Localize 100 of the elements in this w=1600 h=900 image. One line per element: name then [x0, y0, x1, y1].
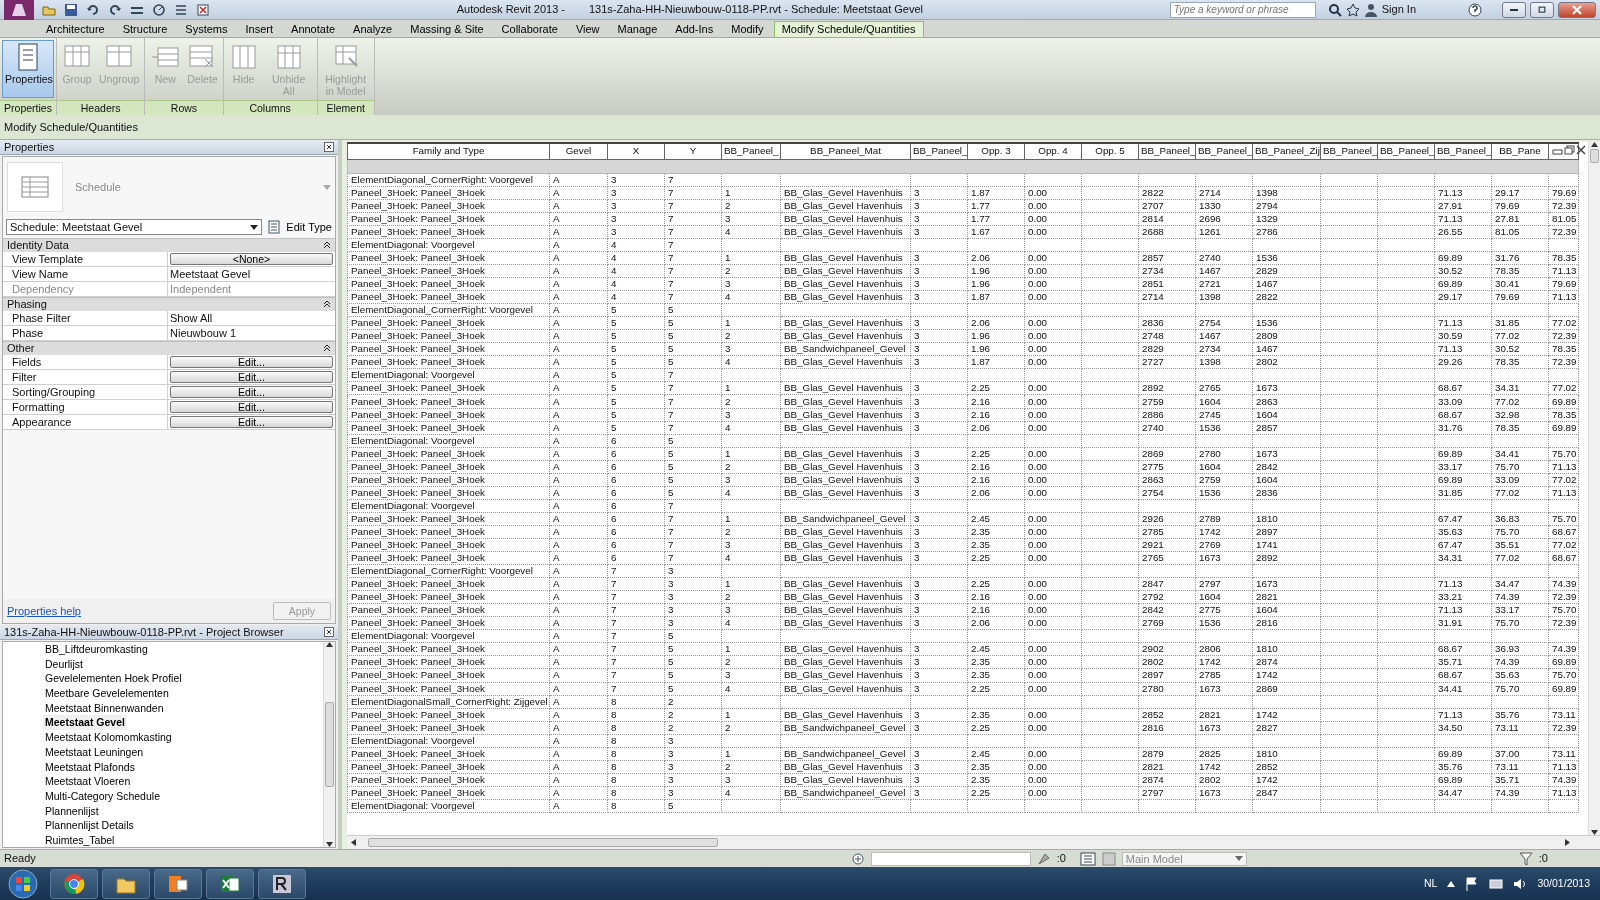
column-header[interactable]: X [607, 143, 665, 160]
edit-button[interactable]: Edit... [170, 370, 333, 383]
ribbon-button[interactable]: Properties [2, 40, 54, 98]
scroll-left-icon[interactable] [351, 839, 356, 846]
ribbon-tab[interactable]: Structure [114, 21, 176, 37]
design-options-icon[interactable] [1079, 851, 1096, 866]
scroll-up-icon[interactable] [326, 642, 333, 647]
browser-item[interactable]: Meetstaat Gevel [43, 715, 127, 731]
group-header[interactable]: Phasing [7, 295, 47, 313]
browser-item[interactable]: Multi-Category Schedule [43, 788, 162, 804]
ribbon-tab[interactable]: Massing & Site [402, 21, 492, 37]
sign-in-link[interactable]: Sign In [1381, 1, 1416, 18]
show-hidden-icon[interactable] [1447, 880, 1456, 887]
browser-item[interactable]: Gevelelementen Hoek Profiel [43, 671, 184, 687]
table-cell: 2.16 [967, 395, 1025, 409]
browser-item[interactable]: Ruimtes_Tabel [43, 832, 117, 848]
view-selector[interactable]: Schedule: Meetstaat Gevel [6, 219, 263, 236]
collapse-icon[interactable] [323, 241, 331, 249]
edit-button[interactable]: <None> [170, 252, 333, 265]
browser-item[interactable]: Meetbare Gevelelementen [43, 686, 171, 701]
mail-app-icon[interactable] [154, 868, 202, 899]
speaker-icon[interactable] [1513, 876, 1528, 891]
cad-app-icon[interactable] [258, 868, 306, 899]
ribbon-tab[interactable]: Systems [177, 21, 236, 37]
ribbon-tab[interactable]: Add-Ins [667, 21, 722, 37]
ribbon-tab[interactable]: Insert [237, 21, 282, 37]
ribbon-tab[interactable]: Annotate [283, 21, 344, 37]
column-header[interactable]: Gevel [549, 143, 608, 160]
browser-item[interactable]: BB_Liftdeuromkasting [43, 642, 150, 657]
ribbon-tab[interactable]: Collaborate [493, 21, 566, 37]
workset-field[interactable] [870, 851, 1031, 866]
minimize-button[interactable] [1502, 1, 1526, 18]
collapse-icon[interactable] [323, 344, 331, 352]
ribbon-tab[interactable]: Architecture [38, 21, 113, 37]
property-value[interactable]: Show All [170, 311, 213, 324]
list-icon[interactable] [174, 2, 188, 17]
user-icon[interactable] [1363, 2, 1378, 17]
spreadsheet-app-icon[interactable] [206, 868, 254, 899]
close-icon[interactable] [324, 142, 334, 152]
close-icon[interactable] [1576, 145, 1586, 155]
close-button[interactable] [1558, 1, 1596, 18]
column-header[interactable]: Y [664, 143, 722, 160]
browser-item[interactable]: Meetstaat Leuningen [43, 744, 146, 760]
column-header[interactable]: Opp. 3 [967, 143, 1025, 160]
star-icon[interactable] [1345, 2, 1360, 17]
browser-item[interactable]: Meetstaat Plafonds [43, 759, 137, 775]
column-header[interactable]: BB_Pane [1491, 143, 1549, 160]
table-cell: A [549, 473, 608, 487]
close-views-icon[interactable] [196, 2, 210, 17]
redo-icon[interactable] [108, 2, 122, 17]
edit-button[interactable]: Edit... [170, 385, 333, 398]
collapse-icon[interactable] [323, 300, 331, 308]
ribbon-tab[interactable]: Manage [609, 21, 666, 37]
undo-icon[interactable] [86, 2, 100, 17]
flag-icon[interactable] [1465, 876, 1480, 891]
column-header[interactable]: Opp. 4 [1024, 143, 1082, 160]
column-header[interactable]: BB_Paneel_Mat [780, 143, 911, 160]
column-header[interactable]: Opp. 5 [1081, 143, 1139, 160]
property-value[interactable]: Meetstaat Gevel [170, 267, 251, 280]
column-header[interactable]: Family and Type [347, 143, 550, 160]
ribbon-tab[interactable]: Modify [723, 21, 772, 37]
search-field[interactable]: Type a keyword or phrase [1169, 1, 1316, 18]
ribbon-tab[interactable]: Modify Schedule/Quantities [773, 21, 924, 37]
worksharing-icon[interactable] [850, 851, 865, 866]
help-icon[interactable] [1468, 2, 1482, 17]
save-icon[interactable] [64, 2, 78, 17]
browser-item[interactable]: Deurlijst [43, 656, 85, 672]
search-icon[interactable] [1327, 2, 1342, 17]
scroll-up-icon[interactable] [1591, 142, 1598, 147]
start-button[interactable] [8, 868, 38, 899]
scroll-down-icon[interactable] [326, 842, 333, 847]
maximize-button[interactable] [1530, 1, 1554, 18]
network-icon[interactable] [1489, 876, 1504, 891]
scrollbar-thumb[interactable] [368, 838, 718, 847]
browser-item[interactable]: Meetstaat Binnenwanden [43, 700, 166, 716]
browser-icon[interactable] [50, 868, 98, 899]
language-indicator[interactable]: NL [1424, 875, 1438, 892]
edit-type-button[interactable]: Edit Type [268, 219, 332, 236]
app-logo-icon[interactable] [4, 0, 34, 20]
close-icon[interactable] [324, 627, 334, 637]
edit-button[interactable]: Edit... [170, 400, 333, 413]
ribbon-tab[interactable]: Analyze [345, 21, 401, 37]
browser-item[interactable]: Meetstaat Vloeren [43, 774, 133, 789]
browser-item[interactable]: Meetstaat Kolomomkasting [43, 730, 174, 745]
restore-icon[interactable] [1564, 145, 1575, 155]
column-header[interactable]: BB_Paneel_Zij [1252, 143, 1321, 160]
scroll-right-icon[interactable] [1565, 839, 1570, 846]
folder-icon[interactable] [102, 868, 150, 899]
measure-icon[interactable] [152, 2, 166, 17]
column-header[interactable]: BB_Paneel_ [721, 143, 781, 160]
property-value[interactable]: Nieuwbouw 1 [170, 326, 237, 339]
browser-item[interactable]: Plannenlijst [43, 803, 101, 819]
edit-button[interactable]: Edit... [170, 355, 333, 368]
browser-item[interactable]: Plannenlijst Details [43, 818, 136, 833]
scrollbar-thumb[interactable] [1590, 149, 1599, 163]
group-header[interactable]: Other [7, 339, 35, 357]
scrollbar-thumb[interactable] [325, 702, 334, 787]
edit-button[interactable]: Edit... [170, 415, 333, 428]
ribbon-tab[interactable]: View [567, 21, 608, 37]
help-link[interactable]: Properties help [7, 602, 81, 620]
